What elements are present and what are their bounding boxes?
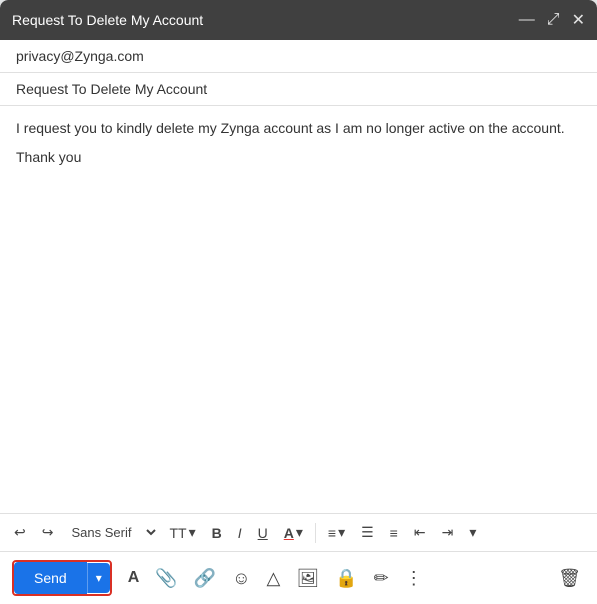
window-title: Request To Delete My Account [12, 12, 203, 28]
compose-window: Request To Delete My Account — ⤢ ✕ priva… [0, 0, 597, 604]
align-button[interactable]: ≡ ▾ [322, 520, 351, 545]
pen-icon: ✏ [374, 568, 389, 589]
email-fields: privacy@Zynga.com Request To Delete My A… [0, 40, 597, 106]
more-formatting-icon: ▾ [469, 524, 476, 541]
indent-less-button[interactable]: ⇤ [408, 520, 432, 545]
more-options-button[interactable]: ⋮ [401, 564, 427, 593]
send-dropdown-chevron-icon: ▾ [96, 571, 102, 585]
emoji-button[interactable]: ☺ [228, 564, 254, 593]
subject-field-row: Request To Delete My Account [0, 73, 597, 105]
pen-button[interactable]: ✏ [370, 564, 393, 593]
drive-icon: △ [267, 568, 281, 589]
attach-button[interactable]: 📎 [151, 564, 181, 593]
title-bar: Request To Delete My Account — ⤢ ✕ [0, 0, 597, 40]
emoji-icon: ☺ [232, 568, 250, 589]
font-color-button[interactable]: A ▾ [278, 520, 309, 545]
underline-button[interactable]: U [252, 521, 274, 545]
redo-button[interactable]: ↪ [36, 520, 60, 545]
more-formatting-button[interactable]: ▾ [463, 520, 482, 545]
bottom-icons: A 📎 🔗 ☺ △ 🖼 🔒 [124, 564, 427, 593]
photo-button[interactable]: 🖼 [292, 564, 323, 593]
send-button[interactable]: Send [14, 562, 87, 594]
bullet-list-icon: ≡ [390, 525, 398, 541]
drive-button[interactable]: △ [263, 564, 285, 593]
attach-icon: 📎 [155, 568, 177, 589]
close-button[interactable]: ✕ [572, 10, 585, 30]
link-icon: 🔗 [194, 568, 216, 589]
send-group: Send ▾ [12, 560, 112, 596]
numbered-list-icon: ☰ [361, 524, 374, 541]
text-size-button[interactable]: TT ▾ [163, 520, 201, 545]
format-options-icon: A [128, 569, 140, 587]
title-bar-controls: — ⤢ ✕ [519, 10, 585, 30]
photo-icon: 🖼 [296, 568, 319, 589]
align-icon: ≡ [328, 525, 336, 541]
delete-button[interactable]: 🗑 [554, 564, 585, 593]
to-field-row: privacy@Zynga.com [0, 40, 597, 73]
bold-button[interactable]: B [206, 521, 228, 545]
toolbar-separator-1 [315, 523, 316, 543]
text-size-label: TT [169, 525, 186, 541]
text-size-chevron: ▾ [189, 524, 196, 541]
to-value: privacy@Zynga.com [16, 48, 144, 64]
body-line2: Thank you [16, 147, 581, 168]
lock-icon: 🔒 [335, 568, 357, 589]
maximize-button[interactable]: ⤢ [547, 11, 560, 29]
font-color-chevron: ▾ [296, 524, 303, 541]
font-family-select[interactable]: Sans Serif Serif Monospace [63, 520, 159, 545]
indent-more-icon: ⇥ [442, 524, 454, 541]
lock-button[interactable]: 🔒 [331, 564, 361, 593]
numbered-list-button[interactable]: ☰ [355, 520, 380, 545]
italic-button[interactable]: I [232, 521, 248, 545]
more-options-icon: ⋮ [405, 568, 423, 589]
font-color-label: A [284, 525, 294, 541]
formatting-toolbar: ↩ ↪ Sans Serif Serif Monospace TT ▾ B I … [0, 513, 597, 551]
link-button[interactable]: 🔗 [190, 564, 220, 593]
minimize-button[interactable]: — [519, 11, 535, 29]
body-line1: I request you to kindly delete my Zynga … [16, 118, 581, 139]
bullet-list-button[interactable]: ≡ [384, 521, 404, 545]
indent-less-icon: ⇤ [414, 524, 426, 541]
email-body[interactable]: I request you to kindly delete my Zynga … [0, 106, 597, 513]
format-options-button[interactable]: A [124, 565, 144, 591]
align-chevron: ▾ [338, 524, 345, 541]
undo-button[interactable]: ↩ [8, 520, 32, 545]
subject-value: Request To Delete My Account [16, 81, 207, 97]
bottom-bar: Send ▾ A 📎 🔗 ☺ △ [0, 551, 597, 604]
delete-icon: 🗑 [558, 568, 581, 588]
indent-more-button[interactable]: ⇥ [436, 520, 460, 545]
send-dropdown-button[interactable]: ▾ [87, 563, 110, 593]
